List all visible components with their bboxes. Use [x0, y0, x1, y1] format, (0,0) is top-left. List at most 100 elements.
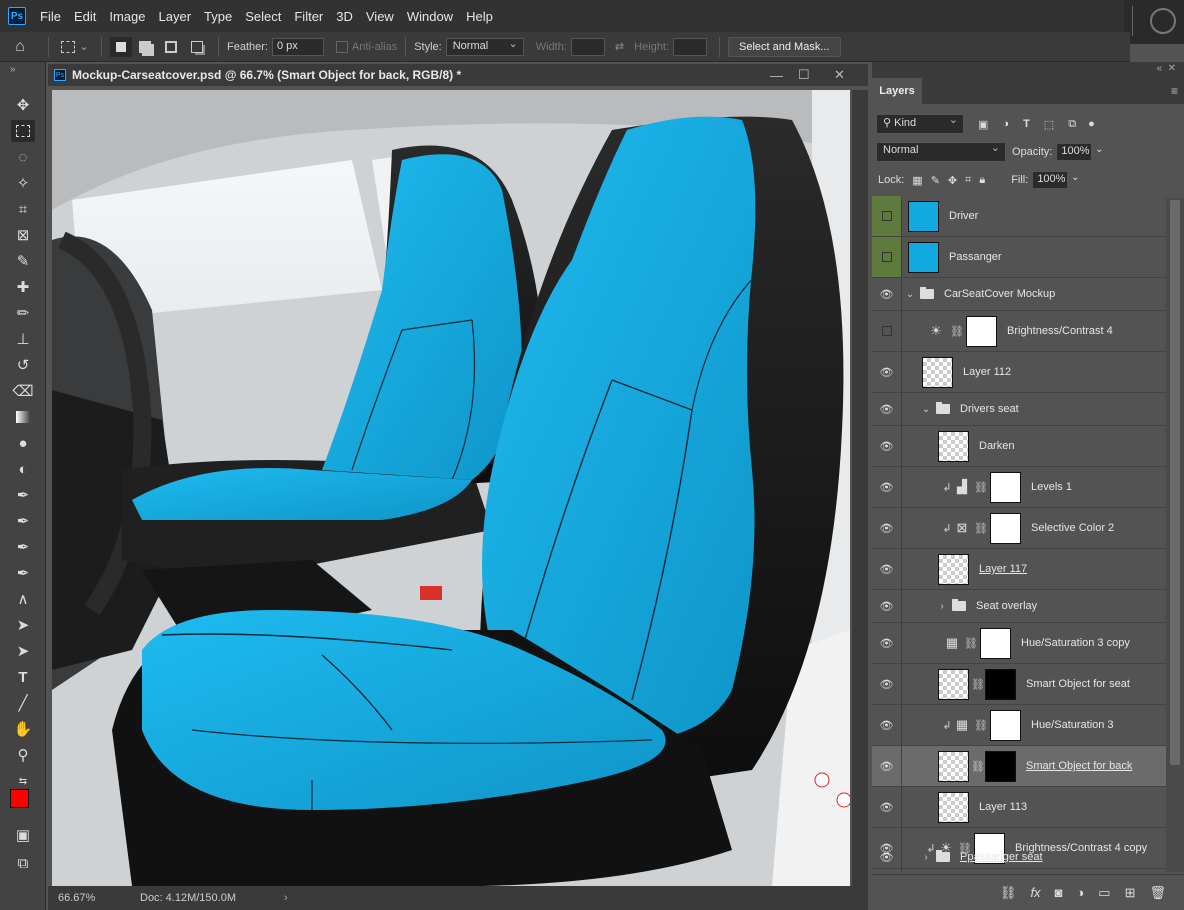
- new-layer-icon[interactable]: ⊞: [1125, 885, 1136, 901]
- layer-name[interactable]: Drivers seat: [960, 403, 1019, 415]
- layer-name[interactable]: Selective Color 2: [1031, 522, 1114, 534]
- new-selection-icon[interactable]: [110, 36, 132, 57]
- menu-type[interactable]: Type: [204, 9, 232, 24]
- filter-shape-icon[interactable]: ⬚: [1044, 118, 1054, 131]
- layer-name[interactable]: Seat overlay: [976, 600, 1037, 612]
- antialias-checkbox[interactable]: [335, 40, 348, 53]
- power-icon[interactable]: [1150, 8, 1176, 34]
- chevron-right-icon[interactable]: ›: [936, 601, 948, 612]
- layer-name[interactable]: Hue/Saturation 3: [1031, 719, 1114, 731]
- adjustment-layer-row[interactable]: 👁︎ ↲ ▟ ⛓ Levels 1: [872, 467, 1166, 508]
- visibility-toggle[interactable]: [872, 196, 902, 236]
- layer-row[interactable]: Driver: [872, 196, 1166, 237]
- link-icon[interactable]: ⛓: [964, 637, 978, 650]
- lock-transparency-icon[interactable]: ▦: [912, 174, 922, 187]
- eye-icon[interactable]: 👁︎: [872, 746, 902, 786]
- marquee-preset-icon[interactable]: ⌄: [57, 37, 93, 57]
- stamp-tool-icon[interactable]: ⊥: [11, 328, 35, 350]
- layer-name[interactable]: Layer 112: [963, 366, 1011, 378]
- doc-close-icon[interactable]: ✕: [834, 67, 845, 83]
- direct-selection-icon[interactable]: ➤: [11, 614, 35, 636]
- style-dropdown[interactable]: Normal: [445, 37, 524, 56]
- height-input[interactable]: [673, 37, 707, 56]
- screen-mode-icon[interactable]: ⧉: [11, 852, 35, 874]
- document-canvas[interactable]: [52, 90, 850, 886]
- eye-icon[interactable]: 👁︎: [872, 549, 902, 589]
- opacity-chevron-icon[interactable]: ⌄: [1092, 143, 1107, 161]
- healing-brush-icon[interactable]: ✚: [11, 276, 35, 298]
- quick-mask-icon[interactable]: ▣: [11, 824, 35, 846]
- convert-point-icon[interactable]: ∧: [11, 588, 35, 610]
- link-icon[interactable]: ⛓: [974, 522, 988, 535]
- filter-smartobject-icon[interactable]: ⧉: [1068, 118, 1076, 131]
- eye-icon[interactable]: 👁︎: [872, 508, 902, 548]
- layer-name[interactable]: Layer 113: [979, 801, 1027, 813]
- doc-minimize-icon[interactable]: —: [770, 68, 783, 83]
- layer-name[interactable]: Hue/Saturation 3 copy: [1021, 637, 1130, 649]
- trash-icon[interactable]: 🗑︎: [1149, 885, 1166, 901]
- lock-artboard-icon[interactable]: ⌗: [965, 174, 971, 187]
- zoom-level[interactable]: 66.67%: [58, 892, 128, 904]
- pen-tool-icon[interactable]: ✒: [11, 484, 35, 506]
- intersect-selection-icon[interactable]: [184, 37, 210, 57]
- visibility-toggle[interactable]: [872, 237, 902, 277]
- canvas-vertical-scrollbar[interactable]: [852, 90, 868, 886]
- add-selection-icon[interactable]: [132, 37, 158, 57]
- status-expand-icon[interactable]: ›: [284, 892, 288, 904]
- gradient-tool-icon[interactable]: [11, 406, 35, 428]
- layer-row[interactable]: 👁︎ Layer 113: [872, 787, 1166, 828]
- lock-image-icon[interactable]: ✎: [931, 174, 940, 187]
- eye-icon[interactable]: 👁︎: [872, 467, 902, 507]
- layer-name[interactable]: CarSeatCover Mockup: [944, 288, 1055, 300]
- layer-row[interactable]: Passanger: [872, 237, 1166, 278]
- brush-tool-icon[interactable]: ✏: [11, 302, 35, 324]
- document-tab[interactable]: Ps Mockup-Carseatcover.psd @ 66.7% (Smar…: [48, 64, 868, 86]
- dodge-tool-icon[interactable]: ◐: [11, 458, 35, 480]
- layer-row[interactable]: 👁︎ ⛓ Smart Object for seat: [872, 664, 1166, 705]
- panel-close-icon[interactable]: ✕: [1168, 63, 1176, 74]
- menu-layer[interactable]: Layer: [159, 9, 192, 24]
- eye-icon[interactable]: 👁︎: [872, 590, 902, 622]
- opacity-input[interactable]: 100%: [1056, 143, 1093, 161]
- type-tool-icon[interactable]: T: [11, 666, 35, 688]
- eye-icon[interactable]: 👁︎: [872, 623, 902, 663]
- panel-collapse-icon[interactable]: «: [1156, 63, 1162, 74]
- chevron-down-icon[interactable]: ⌄: [904, 289, 916, 300]
- menu-filter[interactable]: Filter: [294, 9, 323, 24]
- layer-name[interactable]: Levels 1: [1031, 481, 1072, 493]
- eyedropper-icon[interactable]: ✎: [11, 250, 35, 272]
- fx-icon[interactable]: fx: [1030, 885, 1040, 900]
- swap-icon[interactable]: ⇄: [615, 40, 624, 53]
- menu-window[interactable]: Window: [407, 9, 453, 24]
- group-row[interactable]: 👁︎ ⌄ Drivers seat: [872, 393, 1166, 426]
- marquee-tool-icon[interactable]: [11, 120, 35, 142]
- eye-icon[interactable]: 👁︎: [872, 787, 902, 827]
- filter-pixel-icon[interactable]: ▣: [978, 118, 988, 131]
- freeform-pen-icon[interactable]: ✒: [11, 510, 35, 532]
- link-layers-icon[interactable]: ⛓: [1000, 885, 1017, 901]
- new-adjustment-icon[interactable]: ◑: [1076, 885, 1084, 900]
- feather-input[interactable]: 0 px: [271, 37, 324, 56]
- menu-3d[interactable]: 3D: [336, 9, 353, 24]
- new-group-icon[interactable]: ▭: [1098, 885, 1110, 901]
- filter-adjustment-icon[interactable]: ◑: [1002, 118, 1009, 130]
- group-row[interactable]: 👁︎ › Ppassanger seat: [872, 842, 1166, 872]
- layer-name[interactable]: Brightness/Contrast 4: [1007, 325, 1113, 337]
- adjustment-layer-row[interactable]: ☀ ⛓ Brightness/Contrast 4: [872, 311, 1166, 352]
- history-brush-icon[interactable]: ↺: [11, 354, 35, 376]
- blend-mode-dropdown[interactable]: Normal: [876, 141, 1006, 162]
- menu-help[interactable]: Help: [466, 9, 493, 24]
- scrollbar-thumb[interactable]: [1170, 200, 1180, 765]
- menu-file[interactable]: File: [40, 9, 61, 24]
- doc-maximize-icon[interactable]: ☐: [798, 67, 810, 83]
- filter-kind-dropdown[interactable]: ⚲ Kind: [876, 113, 964, 134]
- link-icon[interactable]: ⛓: [974, 719, 988, 732]
- lock-all-icon[interactable]: 🔒︎: [979, 174, 985, 187]
- layer-name[interactable]: Driver: [949, 210, 978, 222]
- magic-wand-icon[interactable]: ✧: [11, 172, 35, 194]
- eye-icon[interactable]: 👁︎: [872, 352, 902, 392]
- lasso-tool-icon[interactable]: ◌: [11, 146, 35, 168]
- lock-position-icon[interactable]: ✥: [948, 174, 957, 187]
- layer-name[interactable]: Darken: [979, 440, 1014, 452]
- filter-type-icon[interactable]: T: [1023, 118, 1030, 130]
